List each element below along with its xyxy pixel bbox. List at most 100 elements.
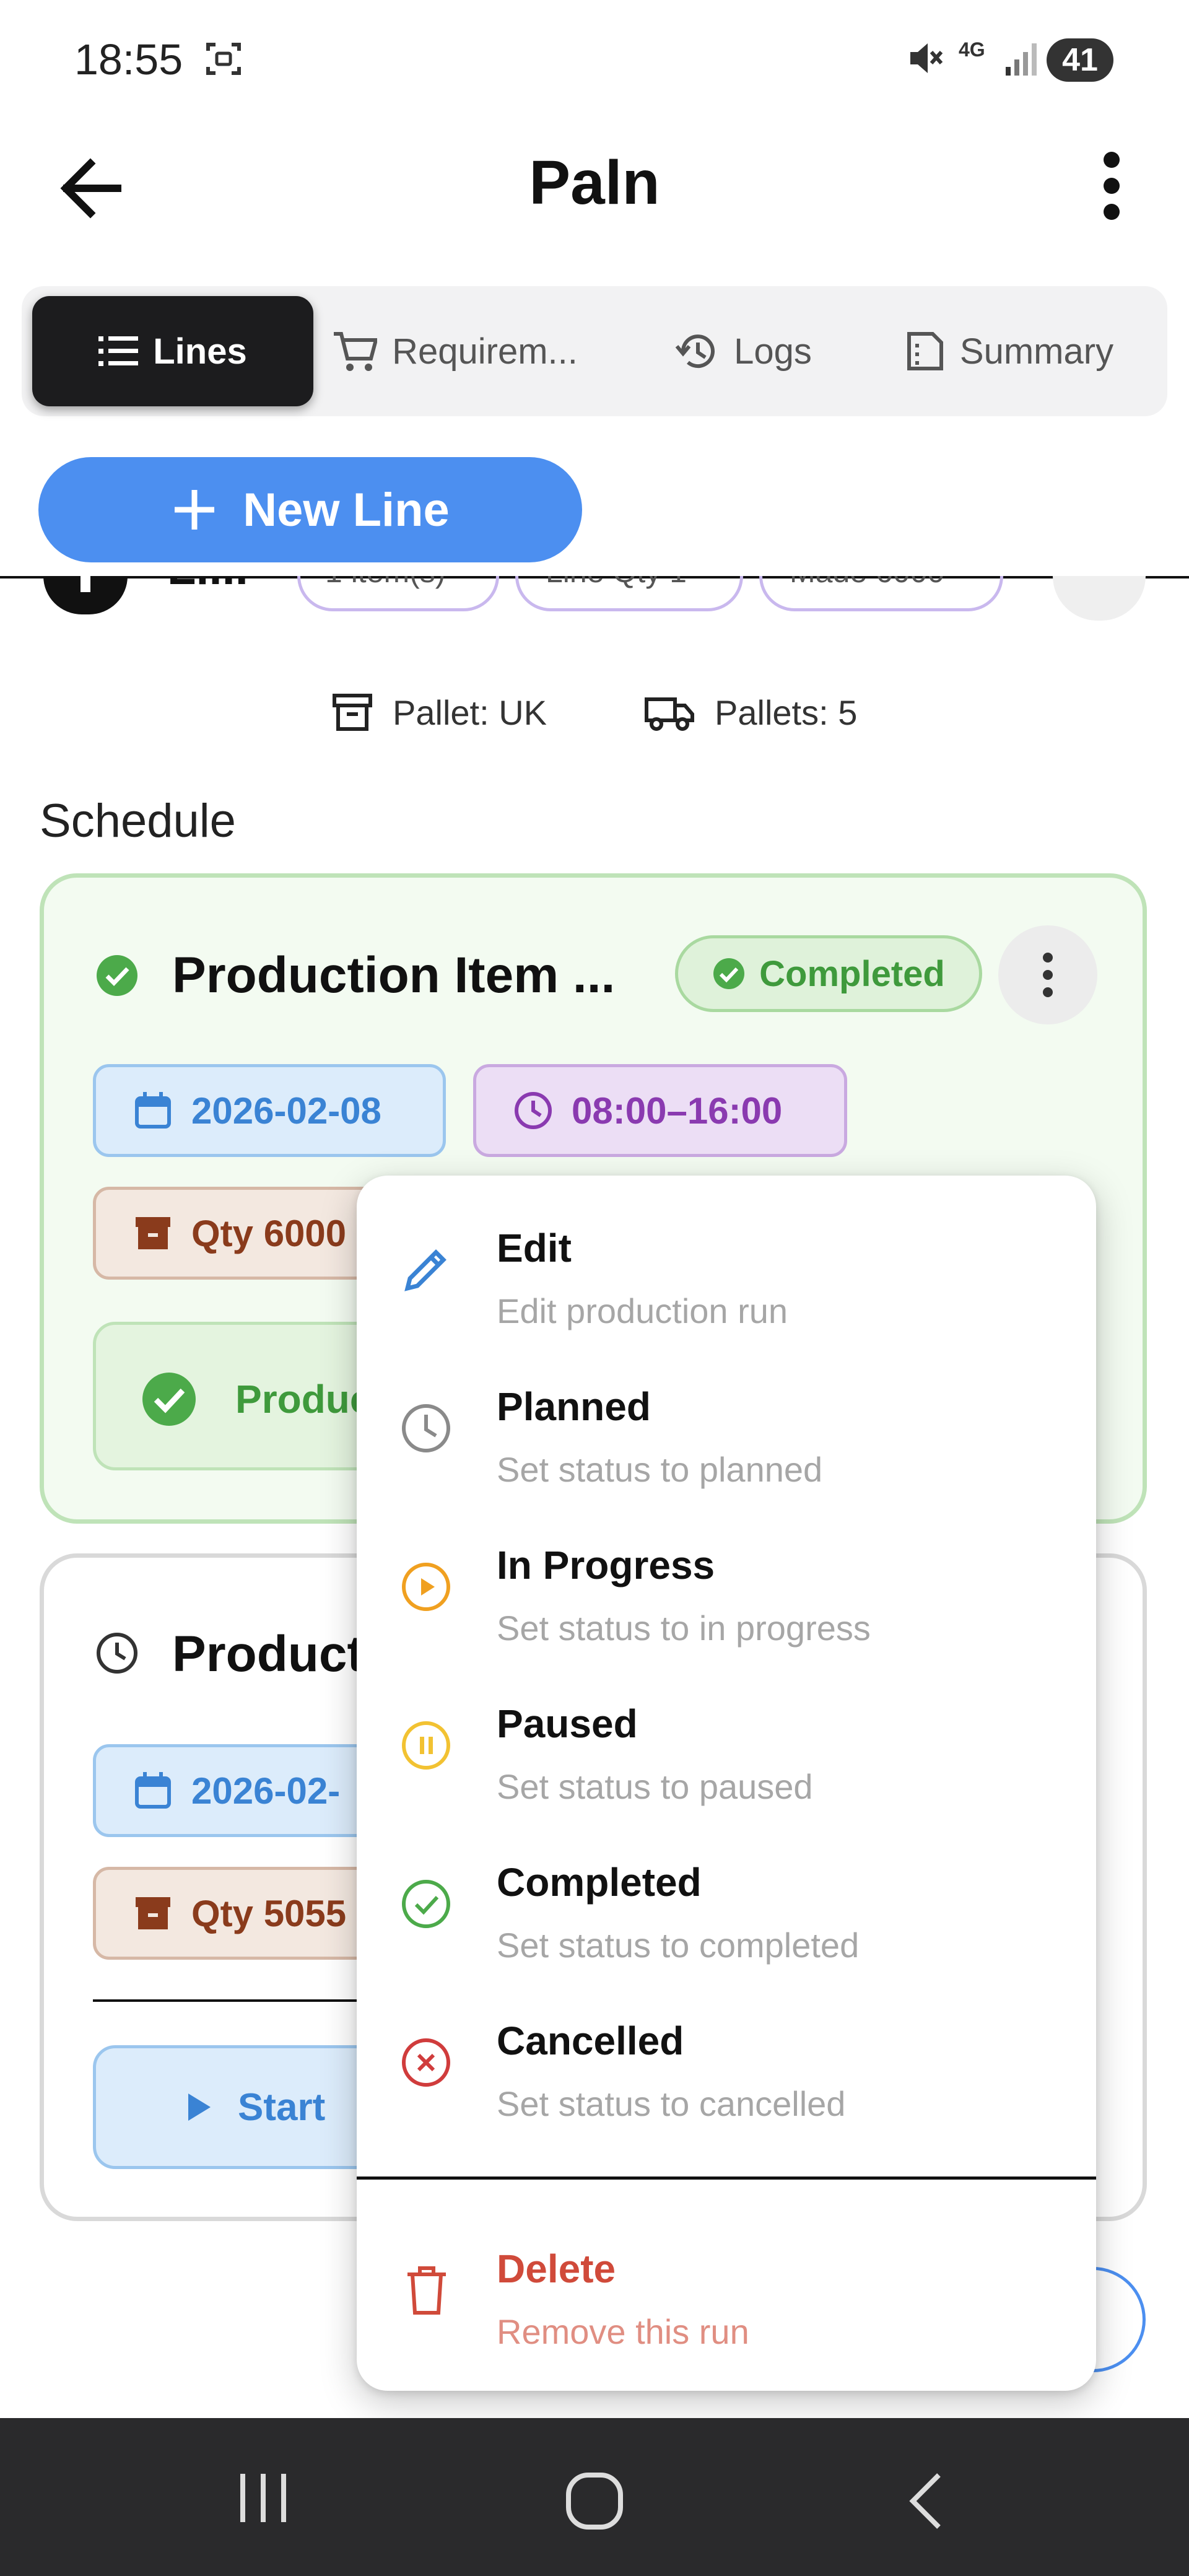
menu-item-cancelled[interactable]: Cancelled Set status to cancelled <box>357 1981 1096 2129</box>
pallet-count: Pallets: 5 <box>644 688 857 737</box>
chip-line-qty: Line Qty 1 <box>515 576 743 611</box>
trash-icon <box>407 2266 446 2315</box>
tab-requirements[interactable]: Requirem... <box>322 296 588 406</box>
truck-icon <box>645 697 694 731</box>
status-bar: 18:55 4G 41 <box>0 0 1189 124</box>
run-qty-chip-2: Qty 5055 <box>93 1867 403 1960</box>
archive-icon <box>136 1217 170 1249</box>
menu-divider <box>357 2177 1096 2180</box>
card-divider <box>93 1999 403 2002</box>
run-date-chip: 2026-02-08 <box>93 1064 446 1157</box>
pause-circle-icon <box>402 1721 450 1770</box>
cart-icon <box>334 332 378 371</box>
chip-line-qty-label: Line Qty 1 <box>546 576 687 593</box>
run-qty: Qty 6000 <box>191 1212 347 1254</box>
run-time-chip: 08:00–16:00 <box>473 1064 847 1157</box>
play-circle-icon <box>402 1563 450 1611</box>
menu-item-title: Completed <box>497 1860 702 1905</box>
tab-summary-label: Summary <box>959 331 1114 372</box>
run-date-2: 2026-02- <box>191 1770 341 1812</box>
status-time: 18:55 <box>74 35 183 84</box>
menu-item-edit[interactable]: Edit Edit production run <box>357 1188 1096 1337</box>
clock-icon <box>515 1092 552 1129</box>
plus-icon <box>175 490 215 530</box>
tab-lines[interactable]: Lines <box>32 296 313 406</box>
page-title: Paln <box>529 148 660 217</box>
chip-items-label: 1 item(s) <box>325 576 445 593</box>
line-avatar-glyph <box>81 576 90 592</box>
screenshot-icon <box>206 43 241 75</box>
menu-item-subtitle: Set status to paused <box>497 1767 813 1806</box>
run-qty-2: Qty 5055 <box>191 1892 347 1934</box>
run-title: Production Item ... <box>172 947 616 1003</box>
tab-lines-label: Lines <box>153 331 247 372</box>
chip-made: Made 6000 <box>759 576 1003 611</box>
check-circle-icon <box>142 1373 196 1426</box>
menu-item-subtitle: Edit production run <box>497 1291 788 1330</box>
calendar-icon <box>135 1092 171 1129</box>
check-circle-icon <box>402 1880 450 1928</box>
check-circle-icon <box>713 958 745 989</box>
status-badge: Completed <box>675 935 982 1012</box>
recent-apps-icon[interactable] <box>235 2470 291 2526</box>
home-icon[interactable] <box>564 2470 625 2532</box>
clock-icon <box>402 1404 450 1452</box>
battery-indicator: 41 <box>1047 38 1113 82</box>
run-title-2: Product <box>172 1626 364 1682</box>
check-circle-icon <box>97 955 137 996</box>
archive-icon <box>333 694 372 731</box>
network-type: 4G <box>959 38 985 61</box>
menu-item-subtitle: Set status to completed <box>497 1926 860 1965</box>
new-line-button[interactable]: New Line <box>38 457 582 562</box>
start-button-label: Start <box>238 2085 326 2129</box>
summary-icon <box>907 332 943 370</box>
signal-icon <box>1006 43 1037 76</box>
history-icon <box>675 334 715 369</box>
menu-item-title: Edit <box>497 1226 572 1270</box>
tab-summary[interactable]: Summary <box>879 296 1139 406</box>
archive-icon <box>136 1897 170 1929</box>
list-icon <box>98 336 139 366</box>
more-vert-icon[interactable] <box>1096 149 1127 223</box>
menu-item-title: Cancelled <box>497 2019 684 2063</box>
menu-item-subtitle: Set status to planned <box>497 1450 823 1489</box>
tab-requirements-label: Requirem... <box>392 331 578 372</box>
mute-icon <box>910 43 943 73</box>
status-panel-label: Produc <box>235 1377 372 1421</box>
menu-item-paused[interactable]: Paused Set status to paused <box>357 1664 1096 1812</box>
calendar-icon <box>135 1772 171 1809</box>
menu-item-subtitle: Set status to cancelled <box>497 2084 846 2123</box>
menu-item-subtitle: Remove this run <box>497 2312 749 2351</box>
cancel-circle-icon <box>402 2038 450 2087</box>
line-avatar <box>43 576 128 614</box>
pencil-icon <box>404 1249 446 1291</box>
new-line-label: New Line <box>243 483 450 536</box>
menu-item-title: Planned <box>497 1384 651 1429</box>
chip-items: 1 item(s) <box>297 576 499 611</box>
run-date-chip-2: 2026-02- <box>93 1744 403 1837</box>
pallet-type-label: Pallet: UK <box>393 692 547 732</box>
menu-item-subtitle: Set status to in progress <box>497 1609 871 1648</box>
pallet-count-label: Pallets: 5 <box>715 692 858 732</box>
run-more-button[interactable] <box>998 925 1097 1024</box>
back-icon[interactable] <box>904 2470 947 2532</box>
menu-item-title: Paused <box>497 1701 638 1746</box>
clock-icon <box>97 1633 137 1674</box>
menu-item-title: In Progress <box>497 1543 715 1587</box>
status-badge-label: Completed <box>759 953 945 994</box>
pallet-type: Pallet: UK <box>331 688 547 737</box>
system-nav-bar <box>0 2418 1189 2576</box>
menu-item-planned[interactable]: Planned Set status to planned <box>357 1347 1096 1495</box>
line-name: Li... <box>167 576 248 600</box>
menu-item-in-progress[interactable]: In Progress Set status to in progress <box>357 1505 1096 1654</box>
line-more-button[interactable] <box>1053 576 1146 621</box>
line-name-clip: Li... <box>167 576 250 605</box>
menu-item-delete[interactable]: Delete Remove this run <box>357 2209 1096 2357</box>
menu-item-completed[interactable]: Completed Set status to completed <box>357 1822 1096 1971</box>
menu-item-title: Delete <box>497 2246 616 2291</box>
play-icon <box>188 2094 211 2121</box>
more-vert-icon <box>1043 953 1053 997</box>
tab-logs[interactable]: Logs <box>619 296 867 406</box>
chip-made-label: Made 6000 <box>790 576 944 593</box>
tab-logs-label: Logs <box>734 331 812 372</box>
